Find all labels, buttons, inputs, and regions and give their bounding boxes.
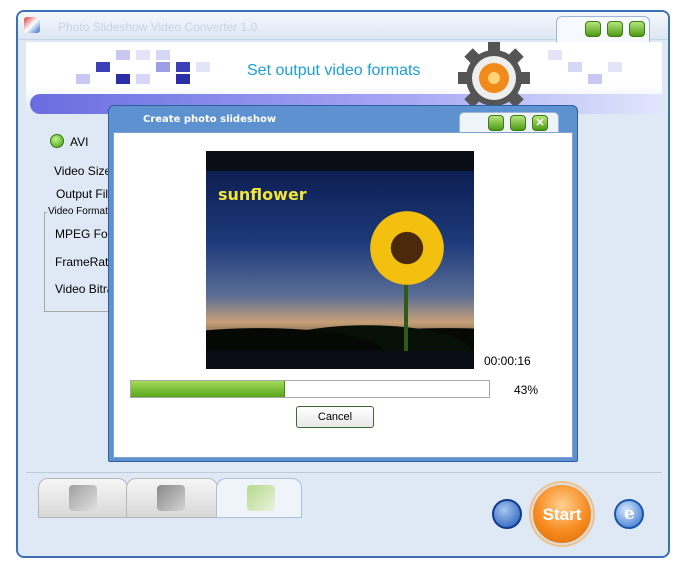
mpeg-format-label: MPEG Forr xyxy=(55,227,116,241)
sunflower-image xyxy=(364,205,450,291)
cancel-button[interactable]: Cancel xyxy=(296,406,374,428)
internet-explorer-icon[interactable]: e xyxy=(614,499,644,529)
slideshow-preview: sunflower xyxy=(206,151,474,369)
dialog-body: sunflower 00:00:16 43% Cancel xyxy=(113,132,573,458)
app-icon xyxy=(24,17,40,33)
dialog-window-controls: ✕ xyxy=(459,112,559,134)
elapsed-time: 00:00:16 xyxy=(484,354,531,368)
tab-output[interactable] xyxy=(216,478,302,518)
tab-photos[interactable] xyxy=(38,478,128,518)
avi-label: AVI xyxy=(70,135,89,149)
avi-radio[interactable] xyxy=(50,134,64,148)
window-title: Photo Slideshow Video Converter 1.0 xyxy=(58,20,258,34)
video-bitrate-label: Video Bitra xyxy=(55,282,114,296)
dialog-close-button[interactable]: ✕ xyxy=(532,115,548,131)
minimize-button[interactable] xyxy=(585,21,601,37)
create-slideshow-dialog: Create photo slideshow ✕ sunflower 00:00… xyxy=(108,105,578,462)
photos-icon xyxy=(69,485,97,511)
close-button[interactable] xyxy=(629,21,645,37)
maximize-button[interactable] xyxy=(607,21,623,37)
output-icon xyxy=(247,485,275,511)
progress-percent: 43% xyxy=(514,383,539,397)
dialog-title-bar: Create photo slideshow ✕ xyxy=(109,106,577,134)
music-icon xyxy=(157,485,185,511)
output-file-label: Output Fil xyxy=(56,187,109,201)
dialog-minimize-button[interactable] xyxy=(488,115,504,131)
video-format-group-label: Video Format xyxy=(47,206,109,217)
framerate-label: FrameRate xyxy=(55,255,116,269)
video-clip-icon[interactable] xyxy=(492,499,522,529)
video-size-label: Video Size xyxy=(54,164,112,178)
start-button[interactable]: Start xyxy=(531,483,593,545)
tab-music[interactable] xyxy=(126,478,218,518)
dialog-title: Create photo slideshow xyxy=(143,114,277,125)
banner-title: Set output video formats xyxy=(247,62,421,79)
start-label: Start xyxy=(542,505,582,524)
title-bar: Photo Slideshow Video Converter 1.0 xyxy=(18,12,668,46)
dialog-maximize-button[interactable] xyxy=(510,115,526,131)
progress-fill xyxy=(131,381,285,397)
progress-bar xyxy=(130,380,490,398)
bottom-toolbar: Start e xyxy=(26,472,662,556)
photo-caption: sunflower xyxy=(218,185,307,204)
gear-icon xyxy=(458,42,530,112)
header-banner: Set output video formats xyxy=(26,42,662,114)
